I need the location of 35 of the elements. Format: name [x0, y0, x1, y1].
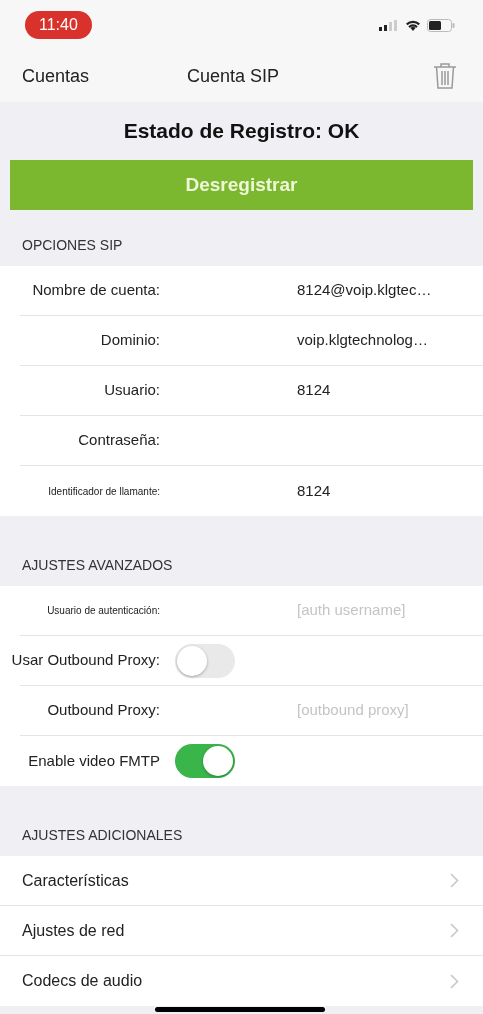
field-label: Contraseña:: [77, 430, 160, 451]
section-header: AJUSTES AVANZADOS: [22, 556, 173, 575]
text-field[interactable]: [auth username]: [297, 599, 483, 622]
field-label: Usuario:: [103, 380, 160, 401]
battery-icon: [427, 18, 455, 32]
text-field[interactable]: 8124@voip.klgtec…: [297, 279, 483, 302]
chevron-icon: [450, 873, 459, 888]
delete-button[interactable]: [433, 62, 457, 90]
field-label: Identificador de llamante:: [47, 484, 160, 499]
wifi-icon: [405, 19, 421, 31]
text-field[interactable]: 8124: [297, 379, 483, 402]
section-header: OPCIONES SIP: [22, 236, 123, 255]
field-label: Dominio:: [99, 330, 160, 351]
back-button[interactable]: Cuentas: [22, 62, 187, 90]
signal-icon: [379, 19, 399, 31]
text-field[interactable]: [outbound proxy]: [297, 699, 483, 722]
row-label: Codecs de audio: [22, 971, 144, 991]
row-label: Ajustes de red: [22, 920, 126, 941]
field-label: Enable video FMTP: [27, 750, 160, 771]
nav-title: Cuenta SIP: [187, 64, 281, 88]
text-field[interactable]: 8124: [297, 479, 483, 503]
section-header: AJUSTES ADICIONALES: [22, 826, 183, 845]
toggle-switch[interactable]: [175, 744, 235, 778]
text-field[interactable]: voip.klgtechnolog…: [297, 329, 483, 352]
toggle-switch[interactable]: [175, 643, 235, 678]
trash-icon: [433, 62, 457, 90]
chevron-icon: [450, 923, 459, 938]
field-label: Usuario de autenticación:: [46, 604, 160, 618]
chevron-icon: [450, 973, 459, 989]
field-label: Nombre de cuenta:: [31, 280, 160, 301]
field-label: Usar Outbound Proxy:: [10, 650, 160, 671]
status-time: 11:40: [25, 11, 92, 39]
row-label: Características: [22, 870, 130, 891]
field-label: Outbound Proxy:: [46, 700, 160, 721]
registration-status: Estado de Registro: OK: [123, 118, 360, 145]
